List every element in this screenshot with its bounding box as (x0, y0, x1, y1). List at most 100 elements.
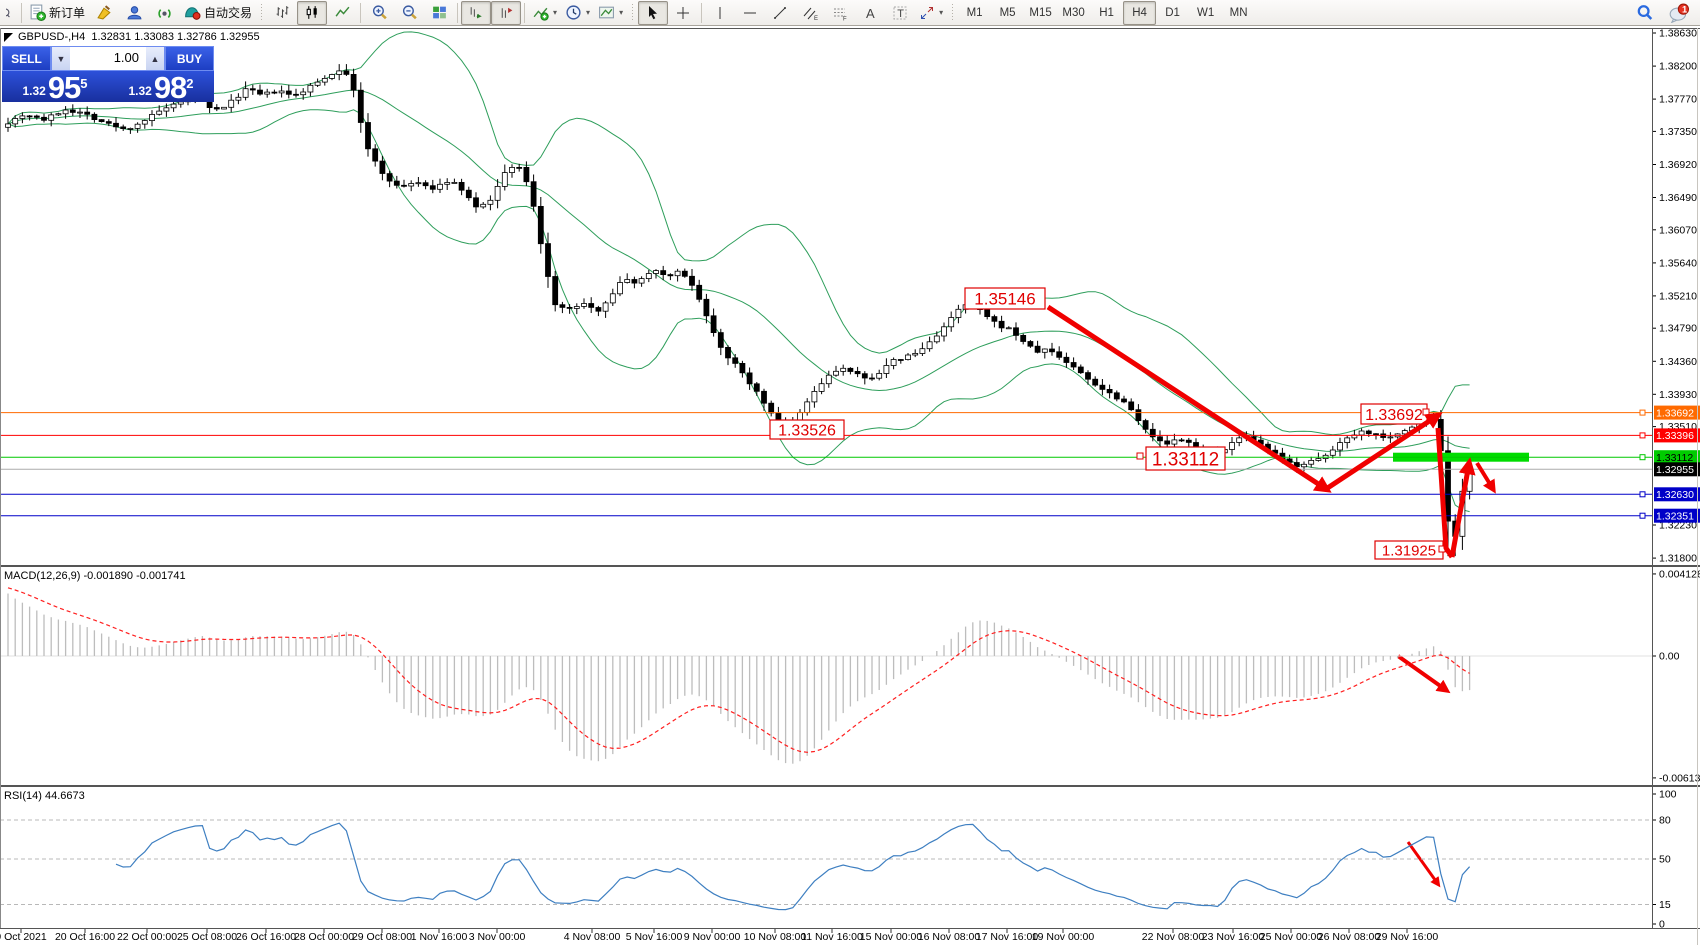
styler-button[interactable] (89, 1, 119, 25)
periods-button[interactable]: ▾ (561, 1, 594, 25)
chart-area[interactable]: 1.351461.335261.336921.331121.319251.386… (0, 0, 1700, 945)
text-icon: A (862, 5, 878, 21)
zoom-out-icon (401, 4, 418, 21)
line-chart-mode-button[interactable] (327, 1, 357, 25)
candle-body (826, 375, 831, 384)
bar-chart-mode-button[interactable] (267, 1, 297, 25)
volume-increase-button[interactable]: ▲ (146, 47, 164, 70)
channel-tool-button[interactable]: E (795, 1, 825, 25)
clipped-toolbar-icon[interactable] (2, 1, 18, 25)
candle-body (380, 161, 385, 173)
new-order-label: 新订单 (49, 4, 85, 21)
autotrading-button[interactable]: 自动交易 (179, 1, 256, 25)
line-anchor-marker[interactable] (1640, 513, 1645, 518)
bid-price[interactable]: 1.32 95 5 (2, 71, 108, 102)
candle-body (920, 349, 925, 354)
candle-body (704, 299, 709, 316)
auto-scroll-button[interactable] (461, 1, 491, 25)
timeframe-d1[interactable]: D1 (1156, 1, 1189, 25)
fibonacci-tool-button[interactable]: F (825, 1, 855, 25)
line-anchor-marker[interactable] (1640, 455, 1645, 460)
candlestick-mode-button[interactable] (297, 1, 327, 25)
vertical-line-tool-button[interactable] (705, 1, 735, 25)
candle-body (942, 327, 947, 336)
rsi-axis-label: 15 (1659, 899, 1671, 911)
zoom-in-button[interactable] (364, 1, 394, 25)
timeframe-m5[interactable]: M5 (991, 1, 1024, 25)
price-tick-label: 1.38200 (1659, 61, 1697, 73)
time-tick-label: 22 Nov 08:00 (1142, 931, 1205, 943)
new-order-icon (29, 4, 46, 21)
sell-button[interactable]: SELL (2, 46, 51, 71)
candle-body (106, 122, 111, 124)
candle-body (164, 108, 169, 111)
candle-body (1064, 357, 1069, 362)
cursor-tool-button[interactable] (638, 1, 668, 25)
symbol-triangle-icon (4, 33, 13, 42)
time-tick-label: 1 Nov 16:00 (411, 931, 468, 943)
candle-body (387, 174, 392, 182)
signals-button[interactable] (149, 1, 179, 25)
candle-body (27, 116, 32, 117)
notifications-button[interactable]: 1 (1664, 1, 1694, 25)
crosshair-tool-button[interactable] (668, 1, 698, 25)
price-annotation-text: 1.33692 (1365, 407, 1423, 424)
timeframe-m15[interactable]: M15 (1024, 1, 1057, 25)
time-tick-label: 25 Nov 00:00 (1260, 931, 1323, 943)
candle-body (618, 283, 623, 294)
candle-body (1338, 443, 1343, 450)
templates-button[interactable]: ▾ (594, 1, 627, 25)
buy-button[interactable]: BUY (165, 46, 214, 71)
toolbar-grip[interactable] (630, 4, 635, 22)
new-order-button[interactable]: 新订单 (25, 1, 89, 25)
timeframe-mn[interactable]: MN (1222, 1, 1255, 25)
horizontal-line-tool-button[interactable] (735, 1, 765, 25)
line-anchor-marker[interactable] (1640, 410, 1645, 415)
candle-body (697, 285, 702, 299)
toolbar-grip[interactable] (259, 4, 264, 22)
text-label-tool-button[interactable]: T (885, 1, 915, 25)
candle-body (625, 280, 630, 283)
broom-icon (96, 4, 113, 21)
timeframe-h1[interactable]: H1 (1090, 1, 1123, 25)
horizontal-line-icon (742, 5, 758, 21)
search-button[interactable] (1630, 1, 1660, 25)
candle-body (646, 274, 651, 279)
annotation-anchor[interactable] (1137, 453, 1143, 459)
volume-input[interactable]: 1.00 (70, 47, 146, 70)
candle-body (898, 360, 903, 361)
candle-body (315, 82, 320, 85)
toolbar-grip[interactable] (950, 4, 955, 22)
candle-body (1186, 440, 1191, 442)
timeframe-h4[interactable]: H4 (1123, 1, 1156, 25)
candle-body (999, 321, 1004, 328)
dropdown-caret: ▾ (586, 8, 590, 17)
time-tick-label: 28 Oct 00:00 (294, 931, 354, 943)
candle-body (70, 110, 75, 112)
candle-body (250, 89, 255, 90)
arrows-tool-button[interactable]: ▾ (915, 1, 947, 25)
indicators-button[interactable]: ▾ (528, 1, 561, 25)
timeframe-m30[interactable]: M30 (1057, 1, 1090, 25)
line-anchor-marker[interactable] (1640, 492, 1645, 497)
time-tick-label: 29 Nov 16:00 (1376, 931, 1439, 943)
candle-body (258, 90, 263, 94)
community-button[interactable] (119, 1, 149, 25)
annotation-anchor[interactable] (1423, 409, 1429, 415)
timeframe-m1[interactable]: M1 (958, 1, 991, 25)
line-anchor-marker[interactable] (1640, 433, 1645, 438)
price-level-badge-text: 1.33112 (1656, 452, 1693, 464)
timeframe-w1[interactable]: W1 (1189, 1, 1222, 25)
ask-price[interactable]: 1.32 98 2 (108, 71, 214, 102)
candle-body (934, 336, 939, 342)
chart-shift-button[interactable] (491, 1, 521, 25)
zoom-out-button[interactable] (394, 1, 424, 25)
volume-decrease-button[interactable]: ▼ (52, 47, 70, 70)
text-tool-button[interactable]: A (855, 1, 885, 25)
tile-windows-button[interactable] (424, 1, 454, 25)
time-tick-label: 22 Oct 00:00 (117, 931, 177, 943)
candle-body (1143, 421, 1148, 430)
time-tick-label: 23 Nov 16:00 (1202, 931, 1265, 943)
candle-body (99, 120, 104, 122)
trendline-tool-button[interactable] (765, 1, 795, 25)
